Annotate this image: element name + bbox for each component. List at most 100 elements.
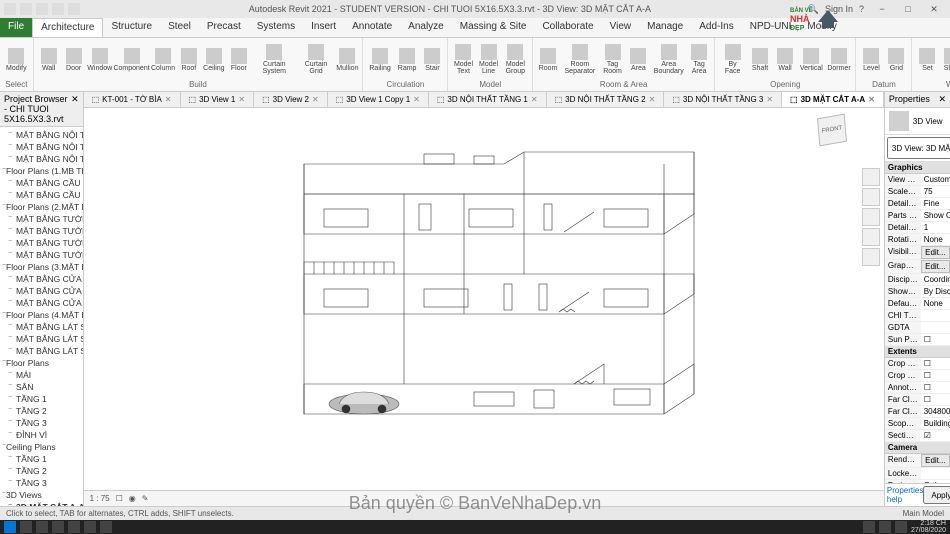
taskbar-app-icon[interactable] <box>100 521 112 533</box>
railing-button[interactable]: Railing <box>367 40 392 79</box>
property-row[interactable]: Default Analy...None <box>885 298 950 310</box>
room-button[interactable]: Room <box>537 40 559 79</box>
grid-button[interactable]: Grid <box>885 40 907 79</box>
property-value[interactable]: Edit... <box>921 260 950 273</box>
tree-item[interactable]: MẶT BẰNG TƯỜNG XÂY TẦNG MÁI <box>0 249 83 261</box>
qat-redo-icon[interactable] <box>68 3 80 15</box>
modify-button-button[interactable]: Modify <box>4 40 29 79</box>
tab-collaborate[interactable]: Collaborate <box>534 18 601 37</box>
close-tab-icon[interactable]: ✕ <box>165 95 172 104</box>
property-row[interactable]: CHI TIẾT <box>885 310 950 322</box>
tree-item[interactable]: Ceiling Plans <box>0 441 83 453</box>
tree-item[interactable]: MẶT BẰNG CẦU THANG TẦNG 1-2 <box>0 177 83 189</box>
properties-close-icon[interactable]: ✕ <box>938 94 946 105</box>
tree-item[interactable]: TẦNG 1 <box>0 393 83 405</box>
maximize-button[interactable]: □ <box>896 2 920 16</box>
status-icon[interactable]: ◉ <box>129 494 136 503</box>
property-row[interactable]: Rendering Set...Edit... <box>885 454 950 468</box>
close-tab-icon[interactable]: ✕ <box>413 95 420 104</box>
property-value[interactable]: ☐ <box>921 334 950 345</box>
property-row[interactable]: Graphic Displ...Edit... <box>885 260 950 274</box>
nav-home-icon[interactable] <box>862 168 880 186</box>
nav-zoom-icon[interactable] <box>862 228 880 246</box>
taskbar-app-icon[interactable] <box>84 521 96 533</box>
property-row[interactable]: Scale Value 1:75 <box>885 186 950 198</box>
tab-architecture[interactable]: Architecture <box>32 18 103 37</box>
model-group-button[interactable]: Model Group <box>503 40 528 79</box>
tree-item[interactable]: SÂN <box>0 381 83 393</box>
taskbar-search-icon[interactable] <box>20 521 32 533</box>
property-value[interactable]: ☐ <box>921 394 950 405</box>
wall-open-button[interactable]: Wall <box>774 40 796 79</box>
ceiling-button[interactable]: Ceiling <box>203 40 225 79</box>
tree-item[interactable]: MÁI <box>0 369 83 381</box>
viewcube-front[interactable]: FRONT <box>817 114 847 147</box>
tab-massing-site[interactable]: Massing & Site <box>452 18 535 37</box>
properties-help-link[interactable]: Properties help <box>887 486 923 504</box>
component-button[interactable]: Component <box>115 40 148 79</box>
tab-add-ins[interactable]: Add-Ins <box>691 18 741 37</box>
door-button[interactable]: Door <box>63 40 85 79</box>
tab-modify[interactable]: Modify <box>799 18 844 37</box>
tree-item[interactable]: TẦNG 3 <box>0 417 83 429</box>
viewcube[interactable]: FRONT <box>818 116 858 156</box>
property-row[interactable]: DisciplineCoordination <box>885 274 950 286</box>
close-tab-icon[interactable]: ✕ <box>531 95 538 104</box>
level-button[interactable]: Level <box>860 40 882 79</box>
property-row[interactable]: Far Clip Active☐ <box>885 394 950 406</box>
model-line-button[interactable]: Model Line <box>477 40 499 79</box>
shaft-button[interactable]: Shaft <box>749 40 771 79</box>
tab-file[interactable]: File <box>0 18 32 37</box>
property-row[interactable]: Parts VisibilityShow Original <box>885 210 950 222</box>
property-value[interactable]: Fine <box>921 198 950 209</box>
tag-area-button[interactable]: Tag Area <box>688 40 710 79</box>
status-icon[interactable]: ☐ <box>116 494 123 503</box>
roof-button[interactable]: Roof <box>178 40 200 79</box>
area-button[interactable]: Area <box>627 40 649 79</box>
close-tab-icon[interactable]: ✕ <box>766 95 773 104</box>
close-button[interactable]: ✕ <box>922 2 946 16</box>
property-value[interactable]: ☑ <box>921 430 950 441</box>
tree-item[interactable]: MẶT BẰNG NỘI THẤT TẦNG 2 <box>0 141 83 153</box>
tree-item[interactable]: Floor Plans <box>0 357 83 369</box>
window-button[interactable]: Window <box>88 40 112 79</box>
property-value[interactable]: 304800.0 <box>921 406 950 417</box>
by-face-button[interactable]: By Face <box>719 40 746 79</box>
model-text-button[interactable]: Model Text <box>452 40 474 79</box>
view-scale[interactable]: 1 : 75 <box>90 494 110 503</box>
mullion-button[interactable]: Mullion <box>336 40 358 79</box>
tree-item[interactable]: Floor Plans (3.MẶT BẰNG CỬA) <box>0 261 83 273</box>
tab-structure[interactable]: Structure <box>103 18 160 37</box>
tree-item[interactable]: Floor Plans (2.MẶT BẰNG TƯỜNG XÂY) <box>0 201 83 213</box>
view-tab[interactable]: ⬚3D View 2✕ <box>254 92 328 107</box>
property-row[interactable]: Annotation Cr...☐ <box>885 382 950 394</box>
tree-item[interactable]: MẶT BẰNG TƯỜNG XÂY TẦNG 2 <box>0 225 83 237</box>
qat-save-icon[interactable] <box>36 3 48 15</box>
property-value[interactable]: None <box>921 298 950 309</box>
property-row[interactable]: Rotation on S...None <box>885 234 950 246</box>
dormer-button[interactable]: Dormer <box>827 40 852 79</box>
column-button[interactable]: Column <box>151 40 175 79</box>
property-row[interactable]: Crop Region ...☐ <box>885 370 950 382</box>
tree-item[interactable]: MẶT BẰNG NỘI THẤT TẦNG 3 <box>0 153 83 165</box>
wall-button[interactable]: Wall <box>38 40 60 79</box>
close-tab-icon[interactable]: ✕ <box>312 95 319 104</box>
tab-view[interactable]: View <box>602 18 640 37</box>
property-value[interactable]: Coordination <box>921 274 950 285</box>
apply-button[interactable]: Apply <box>923 486 950 504</box>
signin-link[interactable]: Sign In <box>825 4 853 14</box>
room-sep-button[interactable]: Room Separator <box>562 40 598 79</box>
browser-tree[interactable]: MẶT BẰNG NỘI THẤT TẦNG 1MẶT BẰNG NỘI THẤ… <box>0 127 83 506</box>
tree-item[interactable]: MẶT BẰNG LÁT SÀN TẦNG 1 <box>0 321 83 333</box>
property-value[interactable]: ☐ <box>921 370 950 381</box>
property-value[interactable]: 75 <box>921 186 950 197</box>
tree-item[interactable]: TẦNG 2 <box>0 405 83 417</box>
tree-item[interactable]: MẶT BẰNG LÁT SÀN TẦNG 3 <box>0 345 83 357</box>
property-row[interactable]: Scope BoxBuilding <box>885 418 950 430</box>
nav-orbit-icon[interactable] <box>862 248 880 266</box>
tree-item[interactable]: TẦNG 3 <box>0 477 83 489</box>
tray-volume-icon[interactable] <box>895 521 907 533</box>
tag-room-button[interactable]: Tag Room <box>601 40 625 79</box>
property-row[interactable]: Show Hidden ...By Discipline <box>885 286 950 298</box>
area-bound-button[interactable]: Area Boundary <box>652 40 685 79</box>
